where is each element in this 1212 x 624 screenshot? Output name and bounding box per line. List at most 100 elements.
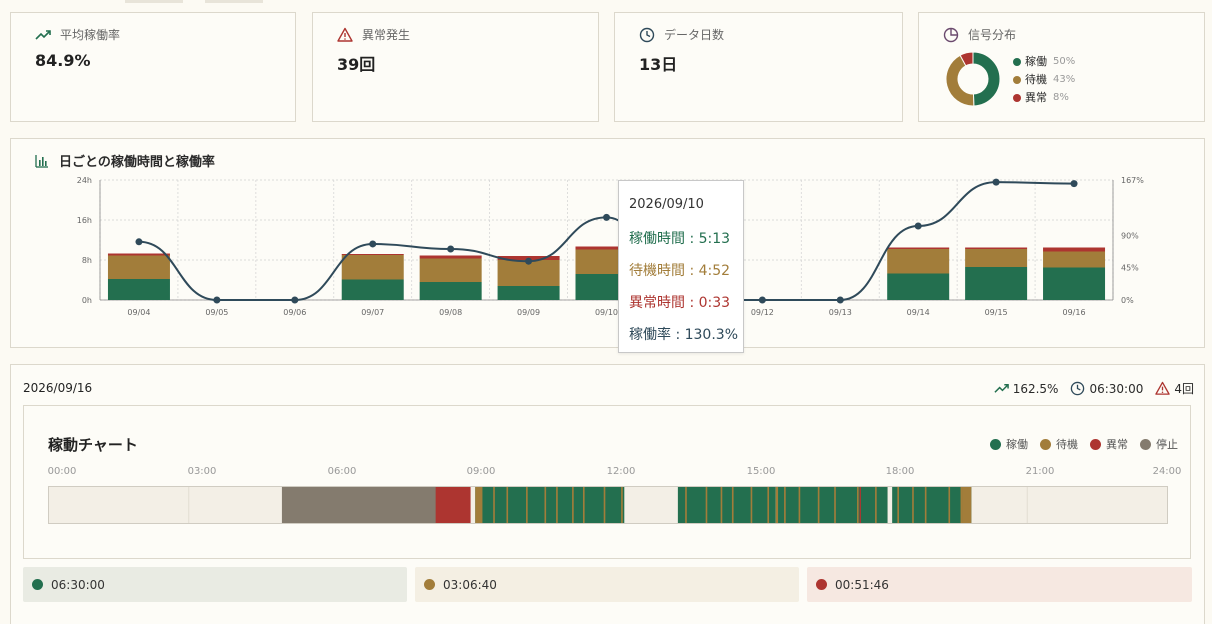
hour-label: 24:00 (1152, 466, 1182, 477)
bar-segment (965, 267, 1028, 300)
timeline-segment (750, 487, 753, 523)
tooltip-abnormal: 異常時間 : 0:33 (629, 295, 731, 311)
timeline-segment (506, 487, 509, 523)
hour-label: 06:00 (327, 466, 357, 477)
bar-segment (887, 247, 950, 249)
legend-item: 待機 (1040, 436, 1078, 452)
detail-rate: 162.5% (1012, 381, 1059, 396)
bar-segment (419, 255, 482, 259)
rate-point (836, 296, 844, 304)
detail-alarms: 4回 (1174, 382, 1194, 396)
rate-point (447, 245, 455, 253)
rate-point (213, 296, 221, 304)
detail-stats: 162.5% 06:30:00 4回 (994, 380, 1194, 397)
timeline-segment (621, 487, 623, 523)
summary-dot (816, 579, 827, 590)
summary-value: 06:30:00 (51, 577, 105, 592)
x-tick-label: 09/12 (751, 308, 774, 317)
y2-tick-label: 90% (1121, 231, 1139, 240)
timeline-segment (778, 487, 888, 523)
summary-standby: 03:06:40 (415, 567, 799, 602)
timeline-segment (493, 487, 495, 523)
timeline-segment (775, 487, 779, 523)
bar-segment (107, 279, 170, 300)
hour-label: 12:00 (606, 466, 636, 477)
timeline-segment (924, 487, 927, 523)
timeline-segment (705, 487, 708, 523)
timeline-segment (892, 487, 972, 523)
timeline-title: 稼動チャート (48, 436, 138, 454)
timeline-segment (784, 487, 786, 523)
bar-segment (1043, 251, 1106, 268)
timeline-segment (526, 487, 528, 523)
timeline-segment (685, 487, 687, 523)
detail-date: 2026/09/16 (23, 381, 93, 395)
y2-tick-label: 0% (1121, 296, 1134, 305)
trend-up-icon (994, 384, 1009, 393)
timeline-segment (572, 487, 574, 523)
hour-label: 15:00 (746, 466, 776, 477)
legend-dot (1040, 438, 1051, 450)
bar-segment (887, 273, 950, 300)
rate-point (1070, 180, 1078, 188)
bar-segment (887, 249, 950, 274)
bar-segment (965, 249, 1028, 267)
legend-label: 異常 (1106, 438, 1128, 451)
bar-segment (497, 286, 560, 300)
x-tick-label: 09/07 (361, 308, 384, 317)
timeline-segment (962, 487, 972, 523)
hour-label: 03:00 (187, 466, 217, 477)
timeline-segment (875, 487, 877, 523)
timeline-segment (912, 487, 914, 523)
hour-label: 21:00 (1025, 466, 1055, 477)
rate-point (992, 178, 1000, 186)
summary-abnormal: 00:51:46 (807, 567, 1192, 602)
y-tick-label: 24h (77, 176, 92, 185)
y2-tick-label: 167% (1121, 176, 1144, 185)
rate-point (369, 240, 377, 248)
timeline-segment (897, 487, 899, 523)
timeline-segment (435, 487, 471, 523)
warning-icon (1155, 381, 1171, 395)
y2-tick-label: 45% (1121, 264, 1139, 273)
x-tick-label: 09/05 (205, 308, 228, 317)
tooltip-rate: 稼働率 : 130.3% (629, 327, 738, 343)
y-tick-label: 8h (82, 256, 92, 265)
bar-segment (107, 253, 170, 256)
timeline-segment (544, 487, 547, 523)
summary-dot (32, 579, 43, 590)
chart-group: 0h 8h 16h 24h 0% 45% 90% 167% 09/04 09/05 09/06 09/… (77, 176, 1145, 317)
timeline-segment (948, 487, 951, 523)
timeline-panel: 稼動チャート 稼働 待機 異常 停止 00:00 03:00 06:00 09:… (23, 405, 1191, 559)
timeline-segment (603, 487, 606, 523)
tooltip-run: 稼働時間 : 5:13 (629, 231, 731, 247)
legend-item: 稼働 (990, 436, 1028, 452)
timeline-segment (720, 487, 723, 523)
rate-point (525, 257, 533, 265)
timeline-segment (731, 487, 734, 523)
bar-segment (965, 247, 1028, 249)
bar-segment (419, 282, 482, 300)
legend-label: 停止 (1156, 438, 1178, 451)
timeline-segment (767, 487, 770, 523)
legend-dot (990, 438, 1001, 450)
bar-segment (1043, 267, 1106, 300)
timeline-segment (859, 487, 861, 523)
timeline-segment (281, 487, 443, 523)
x-tick-label: 09/13 (829, 308, 852, 317)
y-tick-label: 16h (77, 216, 92, 225)
timeline-segment (475, 487, 625, 523)
x-tick-label: 09/10 (595, 308, 618, 317)
bar-segment (107, 255, 170, 279)
daily-chart-plot: 0h 8h 16h 24h 0% 45% 90% 167% 09/04 09/05 09/06 09/… (77, 176, 1145, 317)
detail-time: 06:30:00 (1089, 381, 1144, 396)
timeline-bar[interactable] (48, 486, 1168, 526)
legend-item: 異常 (1090, 436, 1128, 452)
timeline-segment (857, 487, 859, 523)
timeline-segment (556, 487, 558, 523)
timeline-legend: 稼働 待機 異常 停止 (990, 436, 1178, 452)
tooltip-date: 2026/09/10 (629, 197, 704, 212)
x-tick-label: 09/15 (985, 308, 1008, 317)
timeline-segment (582, 487, 585, 523)
legend-dot (1090, 438, 1101, 450)
